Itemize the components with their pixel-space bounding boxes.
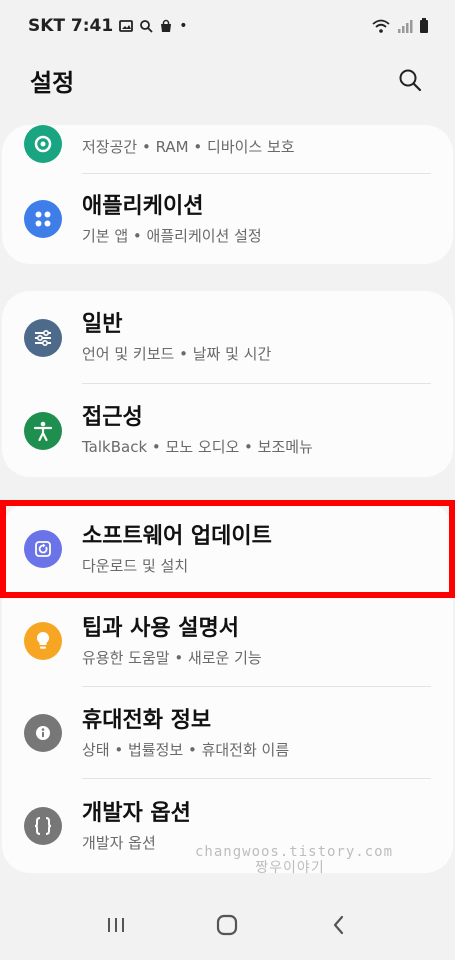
settings-item-title: 휴대전화 정보: [82, 707, 212, 733]
home-button[interactable]: [207, 905, 247, 945]
settings-card-1: 저장공간 • RAM • 디바이스 보호 애플리케이션 기본 앱 • 애플리케이…: [2, 125, 453, 264]
back-button[interactable]: [319, 905, 359, 945]
home-icon: [217, 914, 238, 936]
settings-item-title: 애플리케이션: [82, 193, 204, 219]
settings-card-2: 일반 언어 및 키보드 • 날짜 및 시간 접근성 TalkBack • 모노 …: [2, 291, 453, 477]
software-update-icon: [24, 530, 62, 568]
back-icon: [334, 915, 344, 935]
settings-card-3: 소프트웨어 업데이트 다운로드 및 설치 팁과 사용 설명서 유용한 도움말 •…: [2, 503, 453, 873]
watermark: changwoos.tistory.com 짱우이야기: [195, 844, 394, 876]
settings-item-subtitle: 상태 • 법률정보 • 휴대전화 이름: [82, 740, 290, 759]
settings-item-subtitle: 저장공간 • RAM • 디바이스 보호: [82, 137, 295, 156]
developer-braces-icon: [24, 807, 62, 845]
settings-item-title: 접근성: [82, 405, 143, 430]
navigation-bar: [0, 890, 455, 960]
notification-dot: •: [179, 18, 188, 34]
settings-item-tips[interactable]: 팁과 사용 설명서 유용한 도움말 • 새로운 기능: [2, 595, 453, 687]
wifi-icon: [372, 19, 390, 33]
settings-item-subtitle: TalkBack • 모노 오디오 • 보조메뉴: [82, 438, 313, 456]
settings-item-title: 소프트웨어 업데이트: [82, 523, 272, 549]
settings-item-title: 개발자 옵션: [82, 800, 191, 826]
battery-icon: [420, 18, 428, 33]
device-care-icon: [24, 125, 62, 163]
gallery-icon: [119, 20, 134, 32]
shopping-bag-icon: [161, 19, 172, 32]
accessibility-icon: [24, 411, 62, 450]
settings-item-subtitle: 언어 및 키보드 • 날짜 및 시간: [82, 345, 272, 363]
search-button[interactable]: [395, 65, 425, 95]
settings-item-general[interactable]: 일반 언어 및 키보드 • 날짜 및 시간: [2, 291, 453, 384]
sliders-icon: [24, 318, 62, 357]
settings-item-accessibility[interactable]: 접근성 TalkBack • 모노 오디오 • 보조메뉴: [2, 384, 453, 477]
recents-icon: [107, 918, 124, 932]
settings-item-phone-info[interactable]: 휴대전화 정보 상태 • 법률정보 • 휴대전화 이름: [2, 687, 453, 779]
settings-header: 설정: [0, 52, 455, 108]
signal-icon: [398, 20, 413, 33]
settings-item-title: 일반: [82, 312, 123, 337]
watermark-line1: changwoos.tistory.com: [195, 844, 394, 860]
settings-item-subtitle: 기본 앱 • 애플리케이션 설정: [82, 226, 262, 245]
settings-item-subtitle: 개발자 옵션: [82, 833, 156, 852]
carrier-time: SKT 7:41: [28, 16, 114, 36]
recents-button[interactable]: [96, 905, 136, 945]
apps-icon: [24, 200, 62, 238]
settings-item-apps[interactable]: 애플리케이션 기본 앱 • 애플리케이션 설정: [2, 174, 453, 264]
info-icon: [24, 714, 62, 752]
lightbulb-icon: [24, 622, 62, 660]
status-bar: SKT 7:41 •: [0, 0, 455, 52]
watermark-line2: 짱우이야기: [255, 860, 325, 876]
settings-item-subtitle: 다운로드 및 설치: [82, 556, 189, 575]
search-icon: [399, 69, 422, 92]
settings-item-title: 팁과 사용 설명서: [82, 615, 239, 641]
search-small-icon: [140, 20, 153, 33]
settings-item-subtitle: 유용한 도움말 • 새로운 기능: [82, 648, 262, 667]
settings-item-software-update[interactable]: 소프트웨어 업데이트 다운로드 및 설치: [2, 503, 453, 595]
page-title: 설정: [30, 68, 75, 97]
